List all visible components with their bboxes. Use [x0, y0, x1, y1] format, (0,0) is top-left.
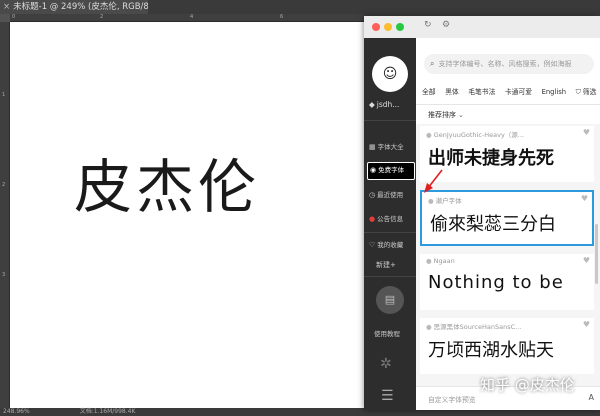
notice-icon: ● [369, 215, 376, 223]
document-size: 文档:1.16M/998.4K [79, 408, 136, 415]
search-icon: ⌕ [430, 59, 435, 68]
font-name: Ngaan [433, 257, 455, 265]
sidebar-item-label: 我的收藏 [377, 241, 404, 249]
document-tab-bar: × 未标题-1 @ 249% (皮杰伦, RGB/8) * [0, 0, 600, 14]
new-collection-button[interactable]: 新建+ [376, 260, 396, 270]
divider [416, 104, 600, 105]
grid-icon: ▦ [369, 143, 376, 151]
ruler-number: 6 [280, 14, 284, 20]
username[interactable]: ◆ jsdh... [369, 100, 417, 109]
favorite-heart-icon[interactable]: ♥ [583, 128, 590, 137]
settings-icon[interactable]: ⚙ [442, 20, 450, 30]
font-card[interactable]: ● Ngaan ♥ Nothing to be [420, 254, 594, 310]
font-list: ● GenJyuuGothic-Heavy（源... ♥ 出师未捷身先死 ● 濑户字… [416, 124, 600, 386]
favorite-heart-icon[interactable]: ♥ [581, 194, 588, 203]
ruler-number: 2 [100, 14, 104, 20]
sidebar-item-label: 免费字体 [378, 166, 405, 174]
refresh-icon[interactable]: ↻ [424, 20, 432, 30]
sidebar-item-label: 公告信息 [377, 215, 404, 223]
username-label: jsdh... [376, 100, 400, 109]
sidebar-divider [364, 232, 416, 233]
category-heiti[interactable]: 黑体 [445, 86, 459, 96]
document-tab-title: 未标题-1 @ 249% (皮杰伦, RGB/8) * [13, 2, 148, 12]
custom-preview-label: 自定义字体预览 [428, 396, 476, 404]
maximize-window-button[interactable] [396, 23, 404, 31]
app-logo-icon: ✲ [380, 356, 392, 372]
free-icon: ◉ [370, 166, 377, 174]
chevron-down-icon: ⌄ [458, 111, 464, 119]
bullet-dot: ● [426, 257, 432, 265]
search-input[interactable] [438, 60, 579, 68]
sidebar-item-label: 最近使用 [377, 191, 404, 199]
ruler-number: 4 [190, 14, 194, 20]
ruler-number: 3 [2, 272, 6, 278]
annotation-arrow [424, 169, 443, 193]
sort-dropdown[interactable]: 推荐排序 ⌄ [428, 110, 464, 120]
font-preview: 万顷西湖水贴天 [428, 340, 554, 361]
favorite-heart-icon[interactable]: ♥ [583, 256, 590, 265]
sidebar-item-recent[interactable]: ◷ 最近使用 [367, 186, 415, 204]
sort-label: 推荐排序 [428, 111, 456, 119]
font-name: 思源黑体SourceHanSansC... [433, 323, 522, 331]
avatar[interactable]: ☺ [372, 56, 408, 92]
font-app-window: ↻ ⚙ ☺ ◆ jsdh... ▦ 字体大全 ◉ 免费字体 ◷ 最近使用 ● 公告信息 ♡… [364, 16, 600, 410]
sidebar-item-all-fonts[interactable]: ▦ 字体大全 [367, 138, 415, 156]
font-name: 濑户字体 [435, 197, 462, 205]
ruler-number: 1 [2, 92, 6, 98]
vertical-ruler: 1 2 3 [0, 22, 10, 408]
category-calligraphy[interactable]: 毛笔书法 [468, 86, 495, 96]
sidebar-divider [364, 276, 416, 277]
sidebar-item-free-fonts[interactable]: ◉ 免费字体 [367, 162, 415, 180]
zoom-level[interactable]: 248.96% [3, 408, 30, 415]
font-card[interactable]: ● 思源黑体SourceHanSansC... ♥ 万顷西湖水贴天 [420, 318, 594, 374]
sidebar-divider [364, 120, 416, 121]
document-tab[interactable]: × 未标题-1 @ 249% (皮杰伦, RGB/8) * [0, 0, 148, 14]
bullet-dot: ● [428, 197, 434, 205]
canvas-text-layer[interactable]: 皮杰伦 [74, 140, 260, 224]
search-box[interactable]: ⌕ [424, 54, 594, 74]
font-browser: ⌕ 全部 黑体 毛笔书法 卡通可爱 English ⛉ 筛选 推荐排序⌄ ●Ge… [416, 38, 600, 410]
document-canvas[interactable]: 皮杰伦 [10, 22, 366, 408]
favorite-heart-icon[interactable]: ♥ [583, 320, 590, 329]
arrow-shaft [427, 169, 443, 189]
minimize-window-button[interactable] [384, 23, 392, 31]
bullet-dot: ● [426, 131, 432, 139]
filter-icon: ⛉ [575, 88, 583, 96]
close-tab-icon[interactable]: × [3, 2, 10, 12]
category-filter-bar: 全部 黑体 毛笔书法 卡通可爱 English ⛉ 筛选 [422, 84, 600, 98]
close-window-button[interactable] [372, 23, 380, 31]
ruler-number: 0 [12, 14, 16, 20]
watermark: 知乎 @皮杰伦 [480, 376, 575, 394]
bullet-dot: ● [426, 323, 432, 331]
font-preview: 出师未捷身先死 [428, 148, 554, 169]
heart-icon: ♡ [369, 241, 376, 249]
vip-diamond-icon: ◆ [369, 100, 375, 109]
scrollbar[interactable] [595, 224, 598, 284]
sidebar: ☺ ◆ jsdh... ▦ 字体大全 ◉ 免费字体 ◷ 最近使用 ● 公告信息 ♡ 我的收藏… [364, 38, 416, 410]
ruler-number: 2 [2, 182, 6, 188]
hamburger-menu-icon[interactable]: ☰ [381, 388, 394, 404]
font-preview: Nothing to be [428, 272, 564, 293]
category-all[interactable]: 全部 [422, 86, 436, 96]
font-size-icon[interactable]: A [589, 393, 594, 402]
sidebar-item-notices[interactable]: ● 公告信息 [367, 210, 415, 228]
category-cartoon[interactable]: 卡通可爱 [505, 86, 532, 96]
clock-icon: ◷ [369, 191, 376, 199]
font-preview: 偷來梨蕊三分白 [430, 214, 556, 235]
tutorial-label[interactable]: 使用教程 [374, 328, 400, 338]
tutorial-book-icon[interactable]: ▤ [376, 286, 404, 314]
font-name: GenJyuuGothic-Heavy（源... [433, 131, 524, 139]
font-card-selected[interactable]: ● 濑户字体 ♥ 偷來梨蕊三分白 [420, 190, 594, 246]
font-card[interactable]: ● GenJyuuGothic-Heavy（源... ♥ 出师未捷身先死 [420, 126, 594, 182]
filter-label: 筛选 [582, 88, 597, 96]
filter-button[interactable]: ⛉ 筛选 [576, 86, 597, 97]
sidebar-item-label: 字体大全 [377, 143, 404, 151]
sidebar-item-favorites[interactable]: ♡ 我的收藏 [367, 236, 415, 254]
category-english[interactable]: English [542, 88, 567, 96]
window-titlebar[interactable]: ↻ ⚙ [364, 16, 600, 38]
